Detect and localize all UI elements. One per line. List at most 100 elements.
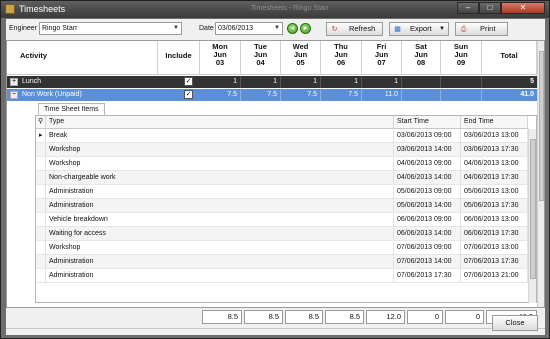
total-thu: 8.5 <box>325 310 364 324</box>
print-button[interactable]: ⎙ Print <box>455 22 508 36</box>
item-start-time: 03/06/2013 09:00 <box>394 129 461 142</box>
activity-name: Non Work (Unpaid) <box>22 91 82 98</box>
col-day[interactable]: Sat Jun 08 <box>402 41 441 75</box>
day-value[interactable]: 1 <box>321 76 362 88</box>
day-value[interactable]: 7.5 <box>321 89 362 101</box>
collapse-icon[interactable]: − <box>10 91 18 99</box>
col-day[interactable]: Thu Jun 06 <box>321 41 362 75</box>
day-value[interactable]: 11.0 <box>362 89 402 101</box>
window-title: Timesheets <box>19 4 66 14</box>
day-value[interactable] <box>441 76 482 88</box>
scroll-thumb[interactable] <box>539 51 544 201</box>
scroll-thumb[interactable] <box>530 139 536 279</box>
refresh-button[interactable]: ↻ Refresh <box>326 22 383 36</box>
item-start-time: 05/06/2013 09:00 <box>394 185 461 198</box>
item-end-time: 05/06/2013 13:00 <box>461 185 528 198</box>
row-indicator <box>36 143 46 156</box>
include-checkbox[interactable]: ✓ <box>184 90 193 99</box>
filter-icon[interactable]: ⚲ <box>36 116 46 129</box>
col-start-time[interactable]: Start Time <box>394 116 461 129</box>
activity-row[interactable]: + Lunch ✓ 1 1 1 1 1 5 <box>7 76 537 88</box>
refresh-icon: ↻ <box>331 26 338 33</box>
expand-icon[interactable]: + <box>10 78 18 86</box>
detail-scrollbar[interactable] <box>528 129 536 303</box>
day-value[interactable]: 1 <box>362 76 402 88</box>
title-bar[interactable]: Timesheets Timesheets - Ringo Starr – □ … <box>1 1 549 18</box>
total-sun: 0 <box>445 310 484 324</box>
item-end-time: 03/06/2013 17:30 <box>461 143 528 156</box>
detail-row[interactable]: Administration 05/06/2013 14:00 05/06/2013… <box>36 199 536 213</box>
activity-row-selected[interactable]: − Non Work (Unpaid) ✓ 7.5 7.5 7.5 7.5 11… <box>7 89 537 101</box>
item-end-time: 06/06/2013 17:30 <box>461 227 528 240</box>
engineer-value: Ringo Starr <box>42 25 78 32</box>
maximize-button[interactable]: □ <box>479 2 501 14</box>
detail-row[interactable]: Vehicle breakdown 06/06/2013 09:00 06/06/2… <box>36 213 536 227</box>
day-number: 03 <box>215 58 225 67</box>
total-tue: 8.5 <box>244 310 283 324</box>
day-value[interactable] <box>441 89 482 101</box>
col-include[interactable]: Include <box>158 41 200 75</box>
close-window-button[interactable]: ✕ <box>501 2 545 14</box>
day-number: 08 <box>416 58 426 67</box>
engineer-combo[interactable]: Ringo Starr ▼ <box>39 22 182 35</box>
day-number: 06 <box>336 58 346 67</box>
item-end-time: 07/06/2013 17:30 <box>461 255 528 268</box>
divider <box>6 328 545 329</box>
col-day[interactable]: Tue Jun 04 <box>241 41 281 75</box>
include-checkbox[interactable]: ✓ <box>184 77 193 86</box>
chevron-down-icon: ▼ <box>274 25 280 31</box>
prev-week-icon[interactable]: ◂ <box>287 23 298 34</box>
total-wed: 8.5 <box>285 310 323 324</box>
detail-row[interactable]: Workshop 03/06/2013 14:00 03/06/2013 17:30 <box>36 143 536 157</box>
day-value[interactable] <box>402 76 441 88</box>
detail-row[interactable]: Administration 07/06/2013 17:30 07/06/2013… <box>36 269 536 283</box>
item-start-time: 04/06/2013 09:00 <box>394 157 461 170</box>
app-icon <box>5 4 15 14</box>
row-indicator <box>36 199 46 212</box>
grid-scrollbar[interactable] <box>537 41 544 307</box>
detail-row[interactable]: Administration 05/06/2013 09:00 05/06/2013… <box>36 185 536 199</box>
day-value[interactable]: 1 <box>281 76 321 88</box>
col-activity[interactable]: Activity <box>7 41 158 75</box>
minimize-button[interactable]: – <box>457 2 479 14</box>
item-start-time: 06/06/2013 09:00 <box>394 213 461 226</box>
col-type[interactable]: Type <box>46 116 394 129</box>
detail-row[interactable]: Non-chargeable work 04/06/2013 14:00 04/06… <box>36 171 536 185</box>
col-total[interactable]: Total <box>482 41 537 75</box>
date-value: 03/06/2013 <box>218 25 254 32</box>
item-type: Administration <box>46 199 394 212</box>
day-value[interactable]: 1 <box>241 76 281 88</box>
item-end-time: 03/06/2013 13:00 <box>461 129 528 142</box>
detail-row[interactable]: Workshop 04/06/2013 09:00 04/06/2013 13:00 <box>36 157 536 171</box>
tab-time-sheet-items[interactable]: Time Sheet Items <box>38 103 105 115</box>
close-button[interactable]: Close <box>492 315 538 331</box>
col-day[interactable]: Sun Jun 09 <box>441 41 482 75</box>
day-value[interactable]: 7.5 <box>241 89 281 101</box>
day-value[interactable]: 7.5 <box>281 89 321 101</box>
item-end-time: 07/06/2013 21:00 <box>461 269 528 282</box>
total-mon: 8.5 <box>202 310 242 324</box>
detail-row[interactable]: Workshop 07/06/2013 09:00 07/06/2013 13:00 <box>36 241 536 255</box>
item-end-time: 04/06/2013 13:00 <box>461 157 528 170</box>
day-value[interactable]: 7.5 <box>200 89 241 101</box>
date-picker[interactable]: 03/06/2013 ▼ <box>215 22 283 35</box>
item-type: Administration <box>46 255 394 268</box>
col-day[interactable]: Fri Jun 07 <box>362 41 402 75</box>
window-title-ghost: Timesheets - Ringo Starr <box>251 5 329 12</box>
export-button[interactable]: ▦ Export ▼ <box>389 22 449 36</box>
detail-row[interactable]: Waiting for access 06/06/2013 14:00 06/06/… <box>36 227 536 241</box>
col-day[interactable]: Wed Jun 05 <box>281 41 321 75</box>
detail-row[interactable]: ▸ Break 03/06/2013 09:00 03/06/2013 13:00 <box>36 129 536 143</box>
detail-grid[interactable]: ⚲ Type Start Time End Time ▸ Break 03/06/2… <box>35 115 537 303</box>
col-end-time[interactable]: End Time <box>461 116 528 129</box>
activity-name: Lunch <box>22 78 42 85</box>
totals-row: 8.5 8.5 8.5 8.5 12.0 0 0 46.0 <box>6 310 545 324</box>
timesheet-grid[interactable]: Activity Include Mon Jun 03 Tue Jun 04 Wed Ju… <box>6 40 545 308</box>
col-day[interactable]: Mon Jun 03 <box>200 41 241 75</box>
detail-row[interactable]: Administration 07/06/2013 14:00 07/06/2013… <box>36 255 536 269</box>
next-week-icon[interactable]: ▸ <box>300 23 311 34</box>
chevron-down-icon: ▼ <box>439 26 445 32</box>
day-value[interactable]: 1 <box>200 76 241 88</box>
day-value[interactable] <box>402 89 441 101</box>
item-type: Workshop <box>46 143 394 156</box>
